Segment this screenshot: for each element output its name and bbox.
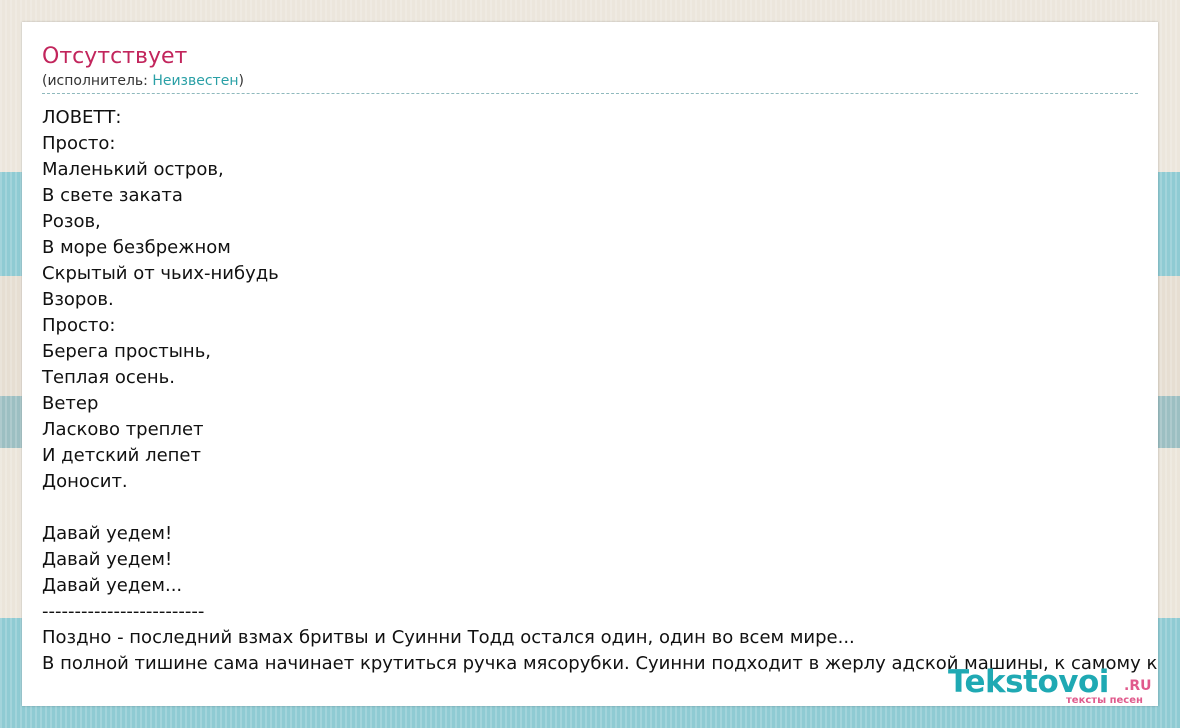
lyric-line: Розов, <box>42 211 101 232</box>
lyric-line: И детский лепет <box>42 445 201 466</box>
lyric-line: Ласково треплет <box>42 419 204 440</box>
lyric-line: Ветер <box>42 393 99 414</box>
lyric-line: Маленький остров, <box>42 159 224 180</box>
artist-suffix: ) <box>238 73 244 89</box>
lyric-line: Скрытый от чьих-нибудь <box>42 263 279 284</box>
lyric-line: Взоров. <box>42 289 114 310</box>
artist-link[interactable]: Неизвестен <box>152 73 238 89</box>
lyric-line: Берега простынь, <box>42 341 212 362</box>
lyrics-card: Отсутствует (исполнитель: Неизвестен) ЛО… <box>22 22 1158 706</box>
logo-domain: .RU <box>1124 678 1152 694</box>
lyrics-text: ЛОВЕТТ: Просто: Маленький остров, В свете з… <box>42 105 1158 677</box>
title-divider <box>42 93 1138 94</box>
lyric-line: Просто: <box>42 315 116 336</box>
lyric-line: В море безбрежном <box>42 237 231 258</box>
logo-subtitle: тексты песен <box>1066 695 1143 706</box>
lyric-line: Давай уедем! <box>42 549 173 570</box>
lyric-line <box>42 495 1158 521</box>
lyric-line: Просто: <box>42 133 116 154</box>
lyric-line: Поздно - последний взмах бритвы и Суинни… <box>42 627 855 648</box>
lyric-line: Давай уедем... <box>42 575 183 596</box>
artist-prefix: (исполнитель: <box>42 73 153 89</box>
lyric-line: В свете заката <box>42 185 183 206</box>
artist-line: (исполнитель: Неизвестен) <box>42 73 244 89</box>
lyric-line: ЛОВЕТТ: <box>42 107 122 128</box>
song-title: Отсутствует <box>42 44 188 69</box>
lyric-line: ------------------------- <box>42 601 205 622</box>
lyric-line: Давай уедем! <box>42 523 173 544</box>
lyric-line: Доносит. <box>42 471 128 492</box>
lyric-line: Теплая осень. <box>42 367 176 388</box>
site-logo[interactable]: Tekstovoi .RU тексты песен <box>948 664 1158 708</box>
